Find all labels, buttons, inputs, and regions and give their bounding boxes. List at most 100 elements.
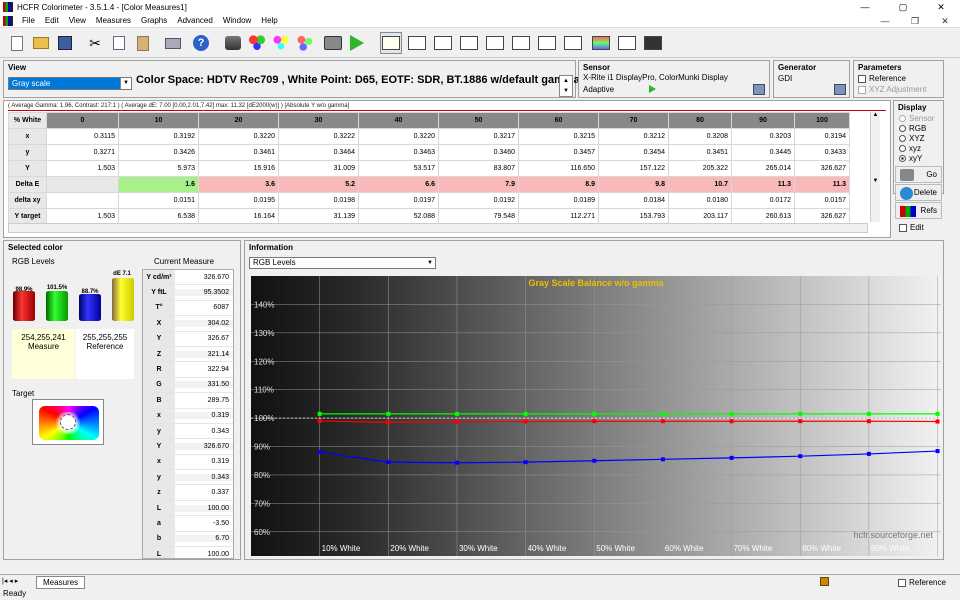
menu-graphs[interactable]: Graphs <box>136 16 172 25</box>
table-cell[interactable]: 0.3457 <box>518 144 599 161</box>
table-cell[interactable]: 7.9 <box>438 176 519 193</box>
graph-9-icon[interactable] <box>590 32 612 54</box>
table-cell[interactable]: 10.7 <box>668 176 732 193</box>
edit-checkbox[interactable]: Edit <box>899 223 924 232</box>
table-cell[interactable]: 0.3461 <box>198 144 279 161</box>
sensor-config-icon[interactable] <box>222 32 244 54</box>
mdi-minimize-button[interactable]: — <box>870 14 900 28</box>
table-cell[interactable]: 0.0195 <box>198 192 279 209</box>
graph-2-icon[interactable] <box>406 32 428 54</box>
table-cell[interactable]: 0.3445 <box>731 144 795 161</box>
table-cell[interactable]: 0.0157 <box>794 192 850 209</box>
table-cell[interactable]: 31.009 <box>278 160 359 177</box>
tab-nav-arrows[interactable]: |◂ ◂ ▸ <box>2 577 18 585</box>
graph-4-icon[interactable] <box>458 32 480 54</box>
table-cell[interactable]: 6.6 <box>358 176 439 193</box>
menu-edit[interactable]: Edit <box>40 16 64 25</box>
new-icon[interactable] <box>6 32 28 54</box>
menu-help[interactable]: Help <box>256 16 282 25</box>
menu-file[interactable]: File <box>17 16 40 25</box>
table-cell[interactable]: 53.517 <box>358 160 439 177</box>
reference-checkbox[interactable]: Reference <box>858 74 906 83</box>
table-cell[interactable]: 0.3212 <box>598 128 669 145</box>
play-measure-icon[interactable] <box>346 32 368 54</box>
sensor-play-icon[interactable] <box>649 85 656 93</box>
table-cell[interactable]: 0.3208 <box>668 128 732 145</box>
information-select[interactable]: RGB Levels ▼ <box>249 257 436 269</box>
display-xyz-radio[interactable]: XYZ <box>899 134 925 143</box>
table-cell[interactable]: 11.3 <box>794 176 850 193</box>
table-cell[interactable]: 9.8 <box>598 176 669 193</box>
table-cell[interactable]: 326.627 <box>794 160 850 177</box>
cut-icon[interactable]: ✂ <box>84 32 106 54</box>
table-cell[interactable]: 0.3451 <box>668 144 732 161</box>
grid-col-header[interactable]: 30 <box>278 112 359 129</box>
copy-icon[interactable] <box>108 32 130 54</box>
graph-11-icon[interactable] <box>642 32 664 54</box>
table-cell[interactable]: 1.503 <box>46 160 119 177</box>
tab-measures[interactable]: Measures <box>36 576 86 589</box>
display-xyy-radio[interactable]: xyY <box>899 154 922 163</box>
menu-measures[interactable]: Measures <box>91 16 136 25</box>
delete-button[interactable]: Delete <box>895 184 942 201</box>
table-cell[interactable]: 0.3115 <box>46 128 119 145</box>
sensor-config-icon[interactable] <box>753 84 765 95</box>
table-cell[interactable]: 0.0198 <box>278 192 359 209</box>
refs-button[interactable]: Refs <box>895 202 942 219</box>
table-cell[interactable]: 0.0189 <box>518 192 599 209</box>
grid-col-header[interactable]: 70 <box>598 112 669 129</box>
table-cell[interactable]: 0.3215 <box>518 128 599 145</box>
graph-3-icon[interactable] <box>432 32 454 54</box>
chevron-down-icon[interactable]: ▼ <box>120 78 131 89</box>
view-spinner[interactable]: ▲ ▼ <box>559 75 573 97</box>
close-button[interactable]: ✕ <box>922 0 960 14</box>
table-cell[interactable]: 3.6 <box>198 176 279 193</box>
graph-10-icon[interactable] <box>616 32 638 54</box>
grid-col-header[interactable]: 10 <box>118 112 199 129</box>
table-cell[interactable]: 0.0180 <box>668 192 732 209</box>
grid-col-header[interactable]: 100 <box>794 112 850 129</box>
graph-5-icon[interactable] <box>484 32 506 54</box>
table-cell[interactable]: 0.3460 <box>438 144 519 161</box>
table-cell[interactable]: 0.3222 <box>278 128 359 145</box>
grid-col-header[interactable]: 40 <box>358 112 439 129</box>
grid-col-header[interactable]: 20 <box>198 112 279 129</box>
generator-config-icon[interactable] <box>834 84 846 95</box>
graph-8-icon[interactable] <box>562 32 584 54</box>
grid-col-header[interactable]: 50 <box>438 112 519 129</box>
table-cell[interactable]: 0.3217 <box>438 128 519 145</box>
table-cell[interactable]: 0.3464 <box>278 144 359 161</box>
table-cell[interactable]: 0.3194 <box>794 128 850 145</box>
mdi-restore-button[interactable]: ❐ <box>900 14 930 28</box>
chevron-down-icon[interactable]: ▼ <box>425 258 435 268</box>
open-icon[interactable] <box>30 32 52 54</box>
mdi-close-button[interactable]: ✕ <box>930 14 960 28</box>
graph-gray-icon[interactable] <box>380 32 402 54</box>
xyz-adjust-checkbox[interactable]: XYZ Adjustment <box>858 85 926 94</box>
table-cell[interactable]: 0.3220 <box>358 128 439 145</box>
document-icon[interactable] <box>3 15 13 26</box>
saturation-icon[interactable] <box>294 32 316 54</box>
table-cell[interactable]: 116.650 <box>518 160 599 177</box>
maximize-button[interactable]: ▢ <box>884 0 922 14</box>
table-cell[interactable] <box>46 192 119 209</box>
table-cell[interactable]: 0.3433 <box>794 144 850 161</box>
table-cell[interactable]: 0.3220 <box>198 128 279 145</box>
grid-col-header[interactable]: % White <box>8 112 47 129</box>
table-cell[interactable]: 8.9 <box>518 176 599 193</box>
print-icon[interactable] <box>162 32 184 54</box>
grid-horizontal-scrollbar[interactable] <box>8 223 868 233</box>
minimize-button[interactable]: — <box>846 0 884 14</box>
table-cell[interactable]: 0.3463 <box>358 144 439 161</box>
grid-col-header[interactable]: 80 <box>668 112 732 129</box>
save-icon[interactable] <box>54 32 76 54</box>
rgb-balls-icon[interactable] <box>246 32 268 54</box>
graph-6-icon[interactable] <box>510 32 532 54</box>
menu-advanced[interactable]: Advanced <box>172 16 218 25</box>
table-cell[interactable]: 11.3 <box>731 176 795 193</box>
grid-col-header[interactable]: 90 <box>731 112 795 129</box>
table-cell[interactable]: 0.0184 <box>598 192 669 209</box>
table-cell[interactable]: 83.807 <box>438 160 519 177</box>
table-cell[interactable]: 0.0151 <box>118 192 199 209</box>
table-cell[interactable]: 0.3454 <box>598 144 669 161</box>
